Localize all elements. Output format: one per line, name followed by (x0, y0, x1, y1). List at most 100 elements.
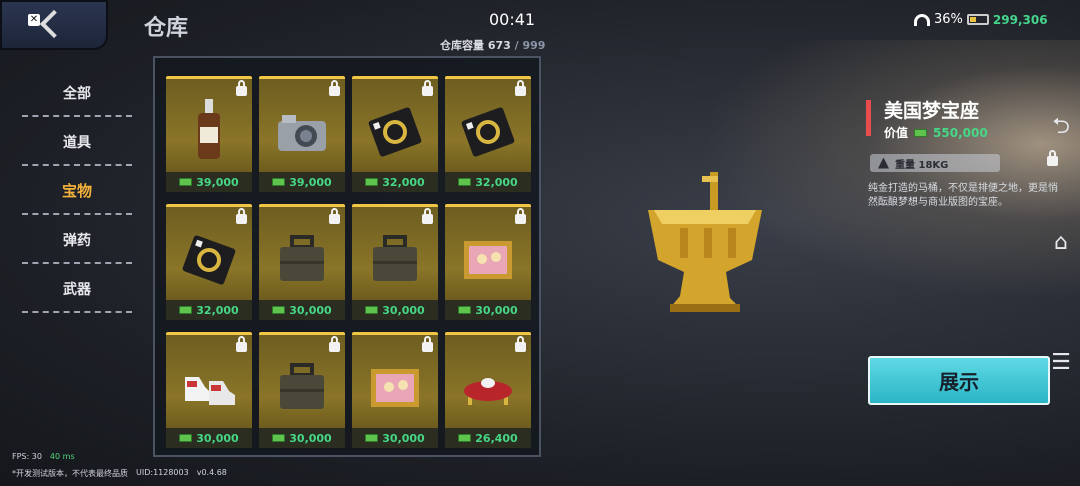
value-row: 价值 550,000 (884, 124, 988, 141)
price-bar: 32,000 (166, 300, 252, 320)
value-label: 价值 (884, 126, 909, 140)
cash-icon (272, 306, 286, 314)
item-price: 26,400 (475, 431, 518, 445)
status-area: 36% 299,306 (914, 12, 1048, 27)
gold-card-icon (461, 107, 515, 157)
cash-icon (272, 434, 286, 442)
weight-tag: 重量 18KG (870, 154, 1000, 172)
briefcase-icon (280, 235, 324, 281)
price-bar: 39,000 (166, 172, 252, 192)
item-price: 39,000 (196, 175, 239, 189)
cash-icon (179, 434, 193, 442)
dev-note: *开发测试版本，不代表最终品质 (12, 469, 128, 478)
inventory-slot[interactable]: 32,000 (352, 76, 438, 192)
nav-home-icon[interactable]: ⌂ (1046, 230, 1076, 256)
price-bar: 26,400 (445, 428, 531, 448)
item-price: 30,000 (196, 431, 239, 445)
inventory-grid: 39,000 39,000 32,000 32,000 32,000 30,00… (166, 76, 531, 448)
ping-display: 40 ms (49, 452, 75, 461)
price-bar: 32,000 (352, 172, 438, 192)
category-sidebar: 全部 道具 宝物 弹药 武器 (22, 68, 132, 313)
cash-icon (365, 306, 379, 314)
capacity-used: 673 (487, 39, 511, 52)
close-icon[interactable]: ✕ (28, 14, 40, 26)
sidebar-item-weapons[interactable]: 武器 (22, 264, 132, 313)
inventory-slot[interactable]: 30,000 (445, 204, 531, 320)
inventory-slot[interactable]: 30,000 (166, 332, 252, 448)
cash-icon (272, 178, 286, 186)
cash-icon (365, 434, 379, 442)
show-button[interactable]: 展示 (868, 356, 1050, 405)
inventory-slot[interactable]: 26,400 (445, 332, 531, 448)
weight-icon (878, 157, 889, 169)
cash-icon (458, 306, 472, 314)
item-price: 32,000 (475, 175, 518, 189)
weight-text: 重量 18KG (895, 159, 949, 171)
price-bar: 30,000 (445, 300, 531, 320)
gold-card-icon (368, 107, 422, 157)
sidebar-item-treasures[interactable]: 宝物 (22, 166, 132, 215)
footer-info: *开发测试版本，不代表最终品质 UID:1128003 v0.4.68 (12, 468, 227, 479)
item-price: 30,000 (382, 303, 425, 317)
framed-painting-icon (464, 241, 512, 279)
cash-icon (365, 178, 379, 186)
item-price: 32,000 (382, 175, 425, 189)
whiskey-bottle-icon (198, 99, 220, 159)
item-name: 美国梦宝座 (884, 100, 980, 122)
sidebar-item-all[interactable]: 全部 (22, 68, 132, 117)
item-price: 30,000 (382, 431, 425, 445)
back-arrow-icon (39, 9, 69, 39)
briefcase-icon (280, 363, 324, 409)
battery-icon (966, 14, 989, 25)
capacity-label: 仓库容量 (440, 39, 484, 52)
inventory-slot[interactable]: 39,000 (259, 76, 345, 192)
sidebar-item-props[interactable]: 道具 (22, 117, 132, 166)
money-balance: 299,306 (992, 12, 1048, 27)
item-price: 32,000 (196, 303, 239, 317)
inventory-panel: 39,000 39,000 32,000 32,000 32,000 30,00… (153, 56, 541, 457)
cash-icon (914, 128, 928, 137)
gold-card-icon (182, 235, 236, 285)
clock: 00:41 (489, 10, 536, 29)
item-price: 30,000 (289, 303, 332, 317)
lock-icon[interactable] (1047, 150, 1058, 166)
item-price: 30,000 (289, 431, 332, 445)
item-value: 550,000 (933, 125, 988, 140)
nav-back-icon[interactable]: ⮌ (1046, 114, 1076, 140)
version: v0.4.68 (196, 468, 227, 477)
inventory-slot[interactable]: 30,000 (352, 332, 438, 448)
cash-icon (179, 306, 193, 314)
nav-menu-icon[interactable]: ☰ (1046, 350, 1076, 376)
price-bar: 30,000 (352, 428, 438, 448)
inventory-slot[interactable]: 32,000 (445, 76, 531, 192)
inventory-slot[interactable]: 30,000 (259, 204, 345, 320)
capacity-max: / 999 (514, 39, 546, 52)
inventory-slot[interactable]: 39,000 (166, 76, 252, 192)
camera-icon (278, 115, 326, 151)
inventory-slot[interactable]: 32,000 (166, 204, 252, 320)
price-bar: 30,000 (259, 300, 345, 320)
briefcase-icon (373, 235, 417, 281)
fps-counter: FPS: 30 (12, 452, 42, 461)
cash-icon (458, 178, 472, 186)
battery-percent: 36% (934, 12, 963, 27)
price-bar: 30,000 (352, 300, 438, 320)
sidebar-item-ammo[interactable]: 弹药 (22, 215, 132, 264)
price-bar: 32,000 (445, 172, 531, 192)
item-price: 30,000 (475, 303, 518, 317)
sneakers-icon (185, 377, 235, 405)
price-bar: 30,000 (259, 428, 345, 448)
ring-cushion-icon (464, 378, 512, 405)
top-bar: ✕ 仓库 00:41 仓库容量 673 / 999 36% 299,306 (0, 0, 1080, 52)
warehouse-capacity: 仓库容量 673 / 999 (440, 37, 545, 53)
inventory-slot[interactable]: 30,000 (352, 204, 438, 320)
uid: UID:1128003 (136, 468, 189, 477)
cash-icon (458, 434, 472, 442)
inventory-slot[interactable]: 30,000 (259, 332, 345, 448)
item-price: 39,000 (289, 175, 332, 189)
cash-icon (179, 178, 193, 186)
gold-toilet-throne-model (648, 172, 762, 312)
price-bar: 39,000 (259, 172, 345, 192)
back-button[interactable]: ✕ (0, 0, 108, 50)
item-description: 纯金打造的马桶，不仅是排便之地，更是悄然酝酿梦想与商业版图的宝座。 (868, 183, 1058, 208)
